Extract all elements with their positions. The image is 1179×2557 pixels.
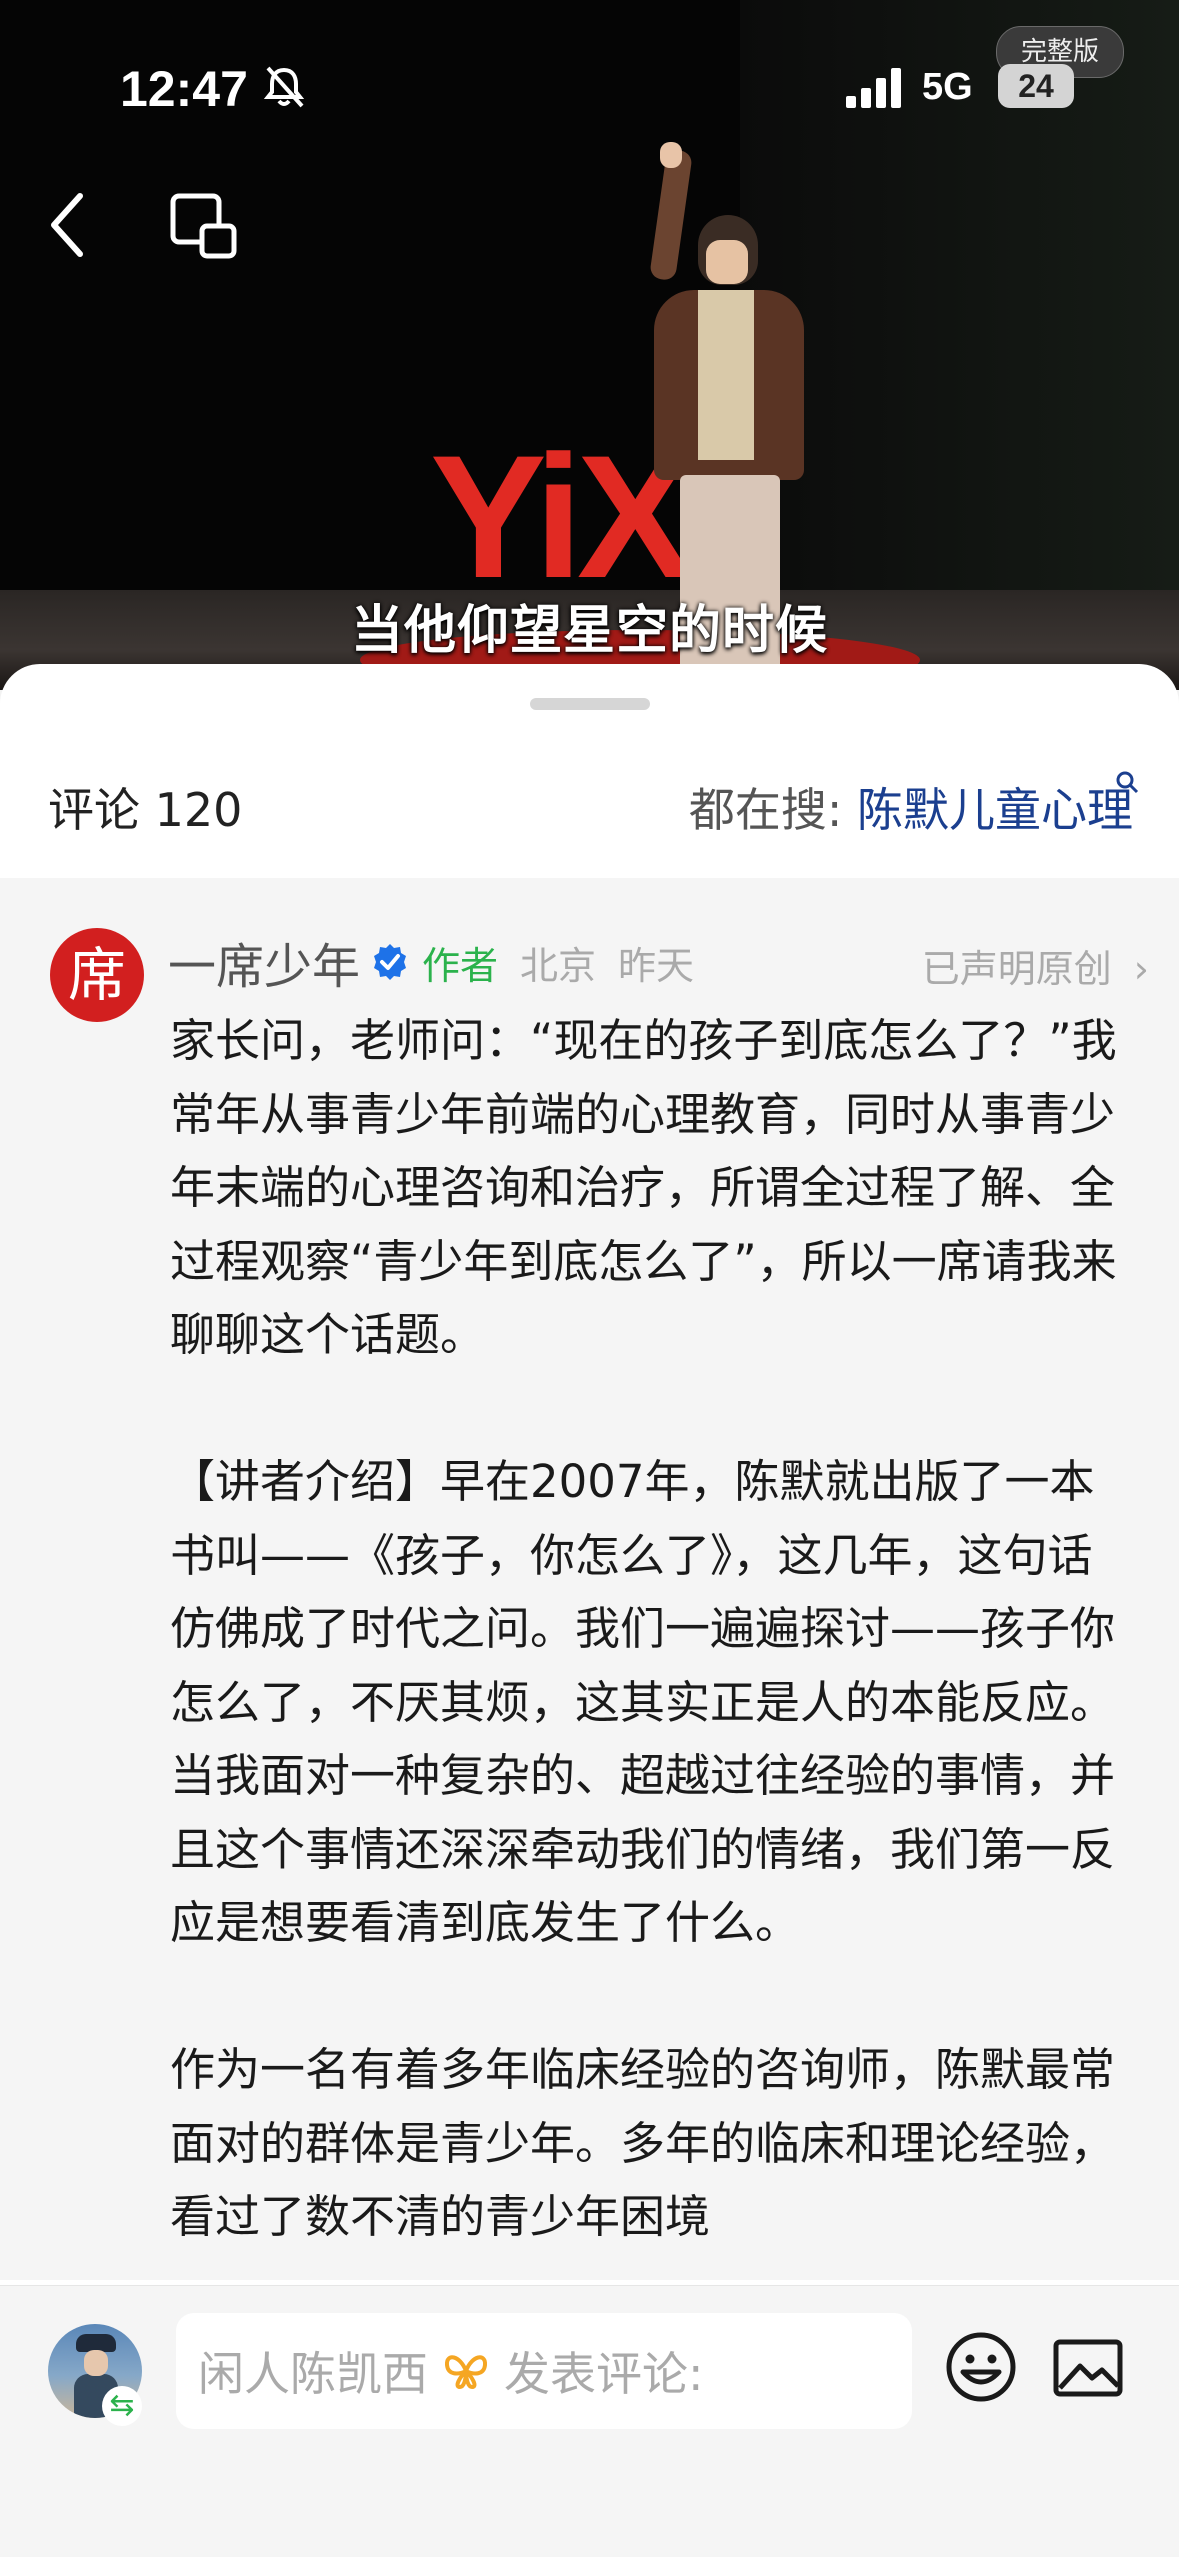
hot-search-prefix: 都在搜:: [688, 783, 843, 837]
video-player[interactable]: YiX 当他仰望星空的时候 12:47 5G 完整版 24: [0, 0, 1179, 690]
original-label: 已声明原创: [921, 947, 1112, 991]
input-placeholder: 发表评论:: [504, 2347, 704, 2401]
verified-badge-icon: [374, 944, 407, 980]
comment-list[interactable]: 席 一席少年 作者 北京 昨天 已声明原创 › 家长问，老师问：“现在的孩子到底…: [0, 878, 1179, 2280]
original-declaration-link[interactable]: 已声明原创 ›: [922, 938, 1149, 993]
sheet-drag-handle[interactable]: [530, 698, 650, 710]
search-icon: [1116, 771, 1139, 794]
comment-input-bar: ⇆ 闲人陈凯西 发表评论:: [0, 2285, 1179, 2557]
post-location: 北京: [520, 943, 597, 988]
butterfly-icon: [445, 2355, 487, 2390]
input-user-name: 闲人陈凯西: [198, 2347, 428, 2401]
signal-icon: [846, 66, 906, 108]
image-icon[interactable]: [1052, 2338, 1124, 2398]
author-avatar[interactable]: 席: [50, 928, 144, 1022]
status-bar: 12:47 5G 完整版 24: [0, 0, 1179, 140]
chevron-right-icon: ›: [1133, 947, 1149, 991]
emoji-icon[interactable]: [944, 2330, 1018, 2404]
comment-input[interactable]: 闲人陈凯西 发表评论:: [176, 2313, 912, 2429]
hot-search-keyword[interactable]: 陈默儿童心理: [857, 783, 1133, 837]
network-type: 5G: [922, 66, 973, 108]
video-subtitle: 当他仰望星空的时候: [350, 601, 828, 661]
silent-bell-icon: [263, 66, 305, 108]
hot-search-link[interactable]: 都在搜: 陈默儿童心理: [688, 771, 1139, 840]
status-time: 12:47: [120, 61, 248, 117]
author-name[interactable]: 一席少年: [168, 927, 360, 997]
post-paragraph: 【讲者介绍】早在2007年，陈默就出版了一本书叫——《孩子，你怎么了》，这几年，…: [170, 1455, 1116, 1949]
picture-in-picture-icon[interactable]: [168, 190, 240, 262]
post-meta: 一席少年 作者 北京 昨天: [168, 932, 716, 995]
post-time: 昨天: [618, 943, 695, 988]
post-paragraph: 作为一名有着多年临床经验的咨询师，陈默最常面对的群体是青少年。多年的临床和理论经…: [170, 2043, 1116, 2243]
repost-toggle-icon[interactable]: ⇆: [102, 2386, 142, 2426]
author-tag: 作者: [422, 943, 499, 988]
post-body: 家长问，老师问：“现在的孩子到底怎么了？”我常年从事青少年前端的心理教育，同时从…: [170, 1004, 1130, 2280]
back-arrow-icon[interactable]: [44, 190, 94, 260]
post-paragraph: 家长问，老师问：“现在的孩子到底怎么了？”我常年从事青少年前端的心理教育，同时从…: [170, 1014, 1117, 1361]
comment-sheet: 评论 120 都在搜: 陈默儿童心理 席 一席少年 作者 北京 昨天 已声明原创…: [0, 664, 1179, 2556]
comment-count: 评论 120: [48, 783, 243, 837]
battery-indicator: 24: [998, 64, 1074, 108]
